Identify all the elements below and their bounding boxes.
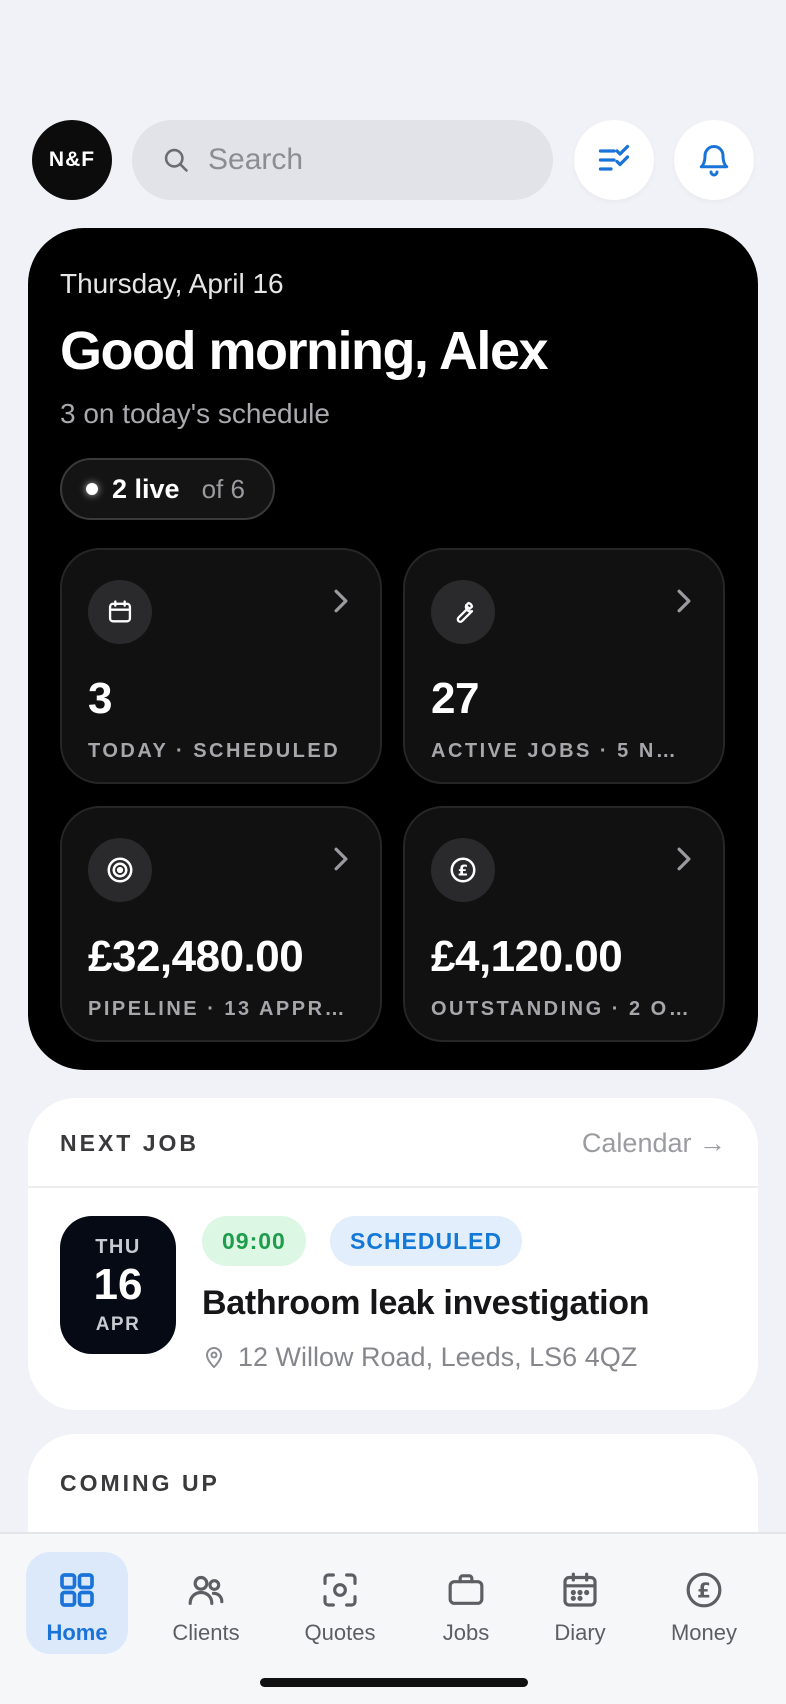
job-time-badge: 09:00 — [202, 1216, 306, 1266]
briefcase-icon — [448, 1574, 484, 1605]
stat-label: TODAY · SCHEDULED — [88, 740, 341, 762]
pound-icon: £ — [431, 838, 495, 902]
tab-label: Jobs — [442, 1620, 490, 1645]
search-icon — [164, 148, 188, 172]
tab-diary[interactable]: Diary — [530, 1552, 630, 1654]
bell-icon — [699, 145, 729, 177]
job-month: APR — [95, 1314, 141, 1335]
tab-home[interactable]: Home — [26, 1552, 128, 1654]
next-job-card[interactable]: NEXT JOB Calendar → THU 16 APR 09:00 SCH… — [28, 1098, 758, 1410]
coming-up-heading: COMING UP — [60, 1470, 220, 1496]
job-status-badge: SCHEDULED — [330, 1216, 523, 1266]
current-date: Thursday, April 16 — [60, 268, 284, 299]
calendar-icon — [88, 580, 152, 644]
task-list-button[interactable] — [574, 120, 654, 200]
tab-label: Home — [46, 1620, 108, 1645]
job-day: 16 — [93, 1260, 143, 1309]
calendar-link[interactable]: Calendar → — [582, 1128, 726, 1159]
stat-pipeline[interactable]: £32,480.00 PIPELINE · 13 APPRO… — [60, 806, 382, 1042]
stat-label: ACTIVE JOBS · 5 NEE… — [431, 740, 691, 762]
people-icon — [188, 1575, 224, 1605]
search-input[interactable] — [208, 143, 548, 177]
grid-icon — [60, 1573, 94, 1607]
live-dot-icon — [86, 483, 98, 495]
stat-outstanding[interactable]: £ £4,120.00 OUTSTANDING · 2 OV… — [403, 806, 725, 1042]
chevron-right-icon — [334, 847, 348, 871]
wrench-icon — [431, 580, 495, 644]
svg-text:£: £ — [458, 862, 468, 880]
location-pin-icon — [206, 1346, 222, 1368]
chevron-right-icon — [677, 589, 691, 613]
stat-today-scheduled[interactable]: 3 TODAY · SCHEDULED — [60, 548, 382, 784]
divider — [28, 1186, 758, 1188]
tab-jobs[interactable]: Jobs — [416, 1552, 516, 1654]
tab-label: Diary — [554, 1620, 606, 1645]
calendar-icon — [563, 1572, 597, 1607]
stat-value: 27 — [431, 674, 479, 723]
live-status-pill[interactable]: 2 live of 6 — [60, 458, 275, 520]
chevron-right-icon — [334, 589, 348, 613]
tab-label: Quotes — [304, 1620, 376, 1645]
job-address-text: 12 Willow Road, Leeds, LS6 4QZ — [238, 1342, 638, 1372]
job-title: Bathroom leak investigation — [202, 1284, 650, 1322]
home-indicator — [260, 1678, 528, 1687]
tab-label: Money — [670, 1620, 738, 1645]
job-address: 12 Willow Road, Leeds, LS6 4QZ — [202, 1342, 637, 1373]
stat-value: £32,480.00 — [88, 932, 304, 981]
job-date-box: THU 16 APR — [60, 1216, 176, 1354]
stat-label: PIPELINE · 13 APPRO… — [88, 998, 348, 1020]
tab-label: Clients — [172, 1620, 240, 1645]
scan-icon — [323, 1573, 357, 1607]
stat-label: OUTSTANDING · 2 OV… — [431, 998, 691, 1020]
target-icon — [88, 838, 152, 902]
notifications-button[interactable] — [674, 120, 754, 200]
live-count: 2 live — [112, 473, 180, 504]
top-bar: N&F — [32, 120, 754, 200]
avatar[interactable]: N&F — [32, 120, 112, 200]
summary-card: Thursday, April 16 Good morning, Alex 3 … — [28, 228, 758, 1070]
job-weekday: THU — [95, 1236, 141, 1258]
next-job-heading: NEXT JOB — [60, 1130, 200, 1156]
search-bar[interactable] — [132, 120, 553, 200]
greeting: Good morning, Alex — [60, 321, 549, 381]
stat-active-jobs[interactable]: 27 ACTIVE JOBS · 5 NEE… — [403, 548, 725, 784]
chevron-right-icon — [677, 847, 691, 871]
schedule-summary: 3 on today's schedule — [60, 398, 330, 429]
pound-icon: £ — [686, 1572, 722, 1608]
tab-money[interactable]: £ Money — [654, 1552, 754, 1654]
tab-quotes[interactable]: Quotes — [290, 1552, 390, 1654]
live-total: of 6 — [201, 473, 245, 504]
stat-value: £4,120.00 — [431, 932, 623, 981]
tab-clients[interactable]: Clients — [156, 1552, 256, 1654]
checklist-icon — [598, 144, 630, 171]
stat-value: 3 — [88, 674, 112, 723]
svg-text:£: £ — [697, 1579, 711, 1603]
